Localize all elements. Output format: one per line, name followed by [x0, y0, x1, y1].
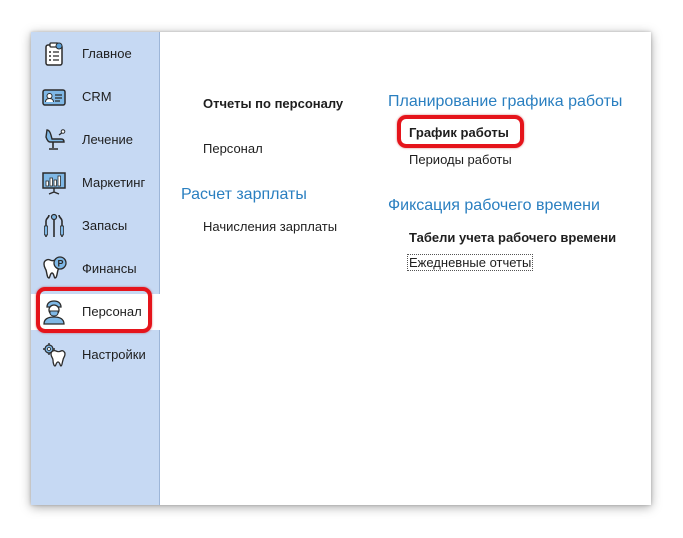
sidebar-item-label: Маркетинг	[82, 175, 146, 190]
tooth-money-icon: P	[41, 256, 67, 282]
sidebar-item-label: Настройки	[82, 347, 146, 362]
sidebar-item-label: Запасы	[82, 218, 128, 233]
sidebar-item-label: CRM	[82, 89, 112, 104]
sidebar-item-stock[interactable]: Запасы	[31, 208, 159, 244]
work-periods-link[interactable]: Периоды работы	[409, 152, 512, 167]
timing-section-title: Фиксация рабочего времени	[388, 197, 600, 214]
salary-section-title: Расчет зарплаты	[181, 186, 307, 203]
sidebar-item-marketing[interactable]: Маркетинг	[31, 165, 159, 201]
id-card-icon	[41, 84, 67, 110]
app-window: Главное CRM Лечение Маркетинг Запасы P Ф…	[31, 32, 651, 505]
sidebar-item-crm[interactable]: CRM	[31, 79, 159, 115]
dental-tools-icon	[41, 213, 67, 239]
svg-text:P: P	[58, 259, 64, 269]
sidebar-item-settings[interactable]: Настройки	[31, 337, 159, 373]
personnel-report-link[interactable]: Персонал	[203, 141, 263, 156]
main-panel: Отчеты по персоналу Персонал Расчет зарп…	[160, 32, 651, 505]
sidebar-item-label: Главное	[82, 46, 132, 61]
tooth-gear-icon	[41, 342, 67, 368]
sidebar-item-finance[interactable]: P Финансы	[31, 251, 159, 287]
reports-heading: Отчеты по персоналу	[203, 96, 344, 111]
timesheets-heading: Табели учета рабочего времени	[409, 230, 617, 245]
chart-board-icon	[41, 170, 67, 196]
sidebar-item-treatment[interactable]: Лечение	[31, 122, 159, 158]
sidebar-item-label: Финансы	[82, 261, 137, 276]
daily-reports-link[interactable]: Ежедневные отчеты	[406, 254, 534, 271]
salary-accrual-link[interactable]: Начисления зарплаты	[203, 219, 337, 234]
schedule-section-title: Планирование графика работы	[388, 93, 623, 110]
sidebar: Главное CRM Лечение Маркетинг Запасы P Ф…	[31, 32, 160, 505]
sidebar-item-label: Лечение	[82, 132, 134, 147]
clipboard-icon	[41, 41, 67, 67]
dental-chair-icon	[41, 127, 67, 153]
sidebar-item-main[interactable]: Главное	[31, 36, 159, 72]
schedule-highlight-frame	[397, 115, 524, 148]
personnel-highlight-frame	[36, 287, 152, 333]
